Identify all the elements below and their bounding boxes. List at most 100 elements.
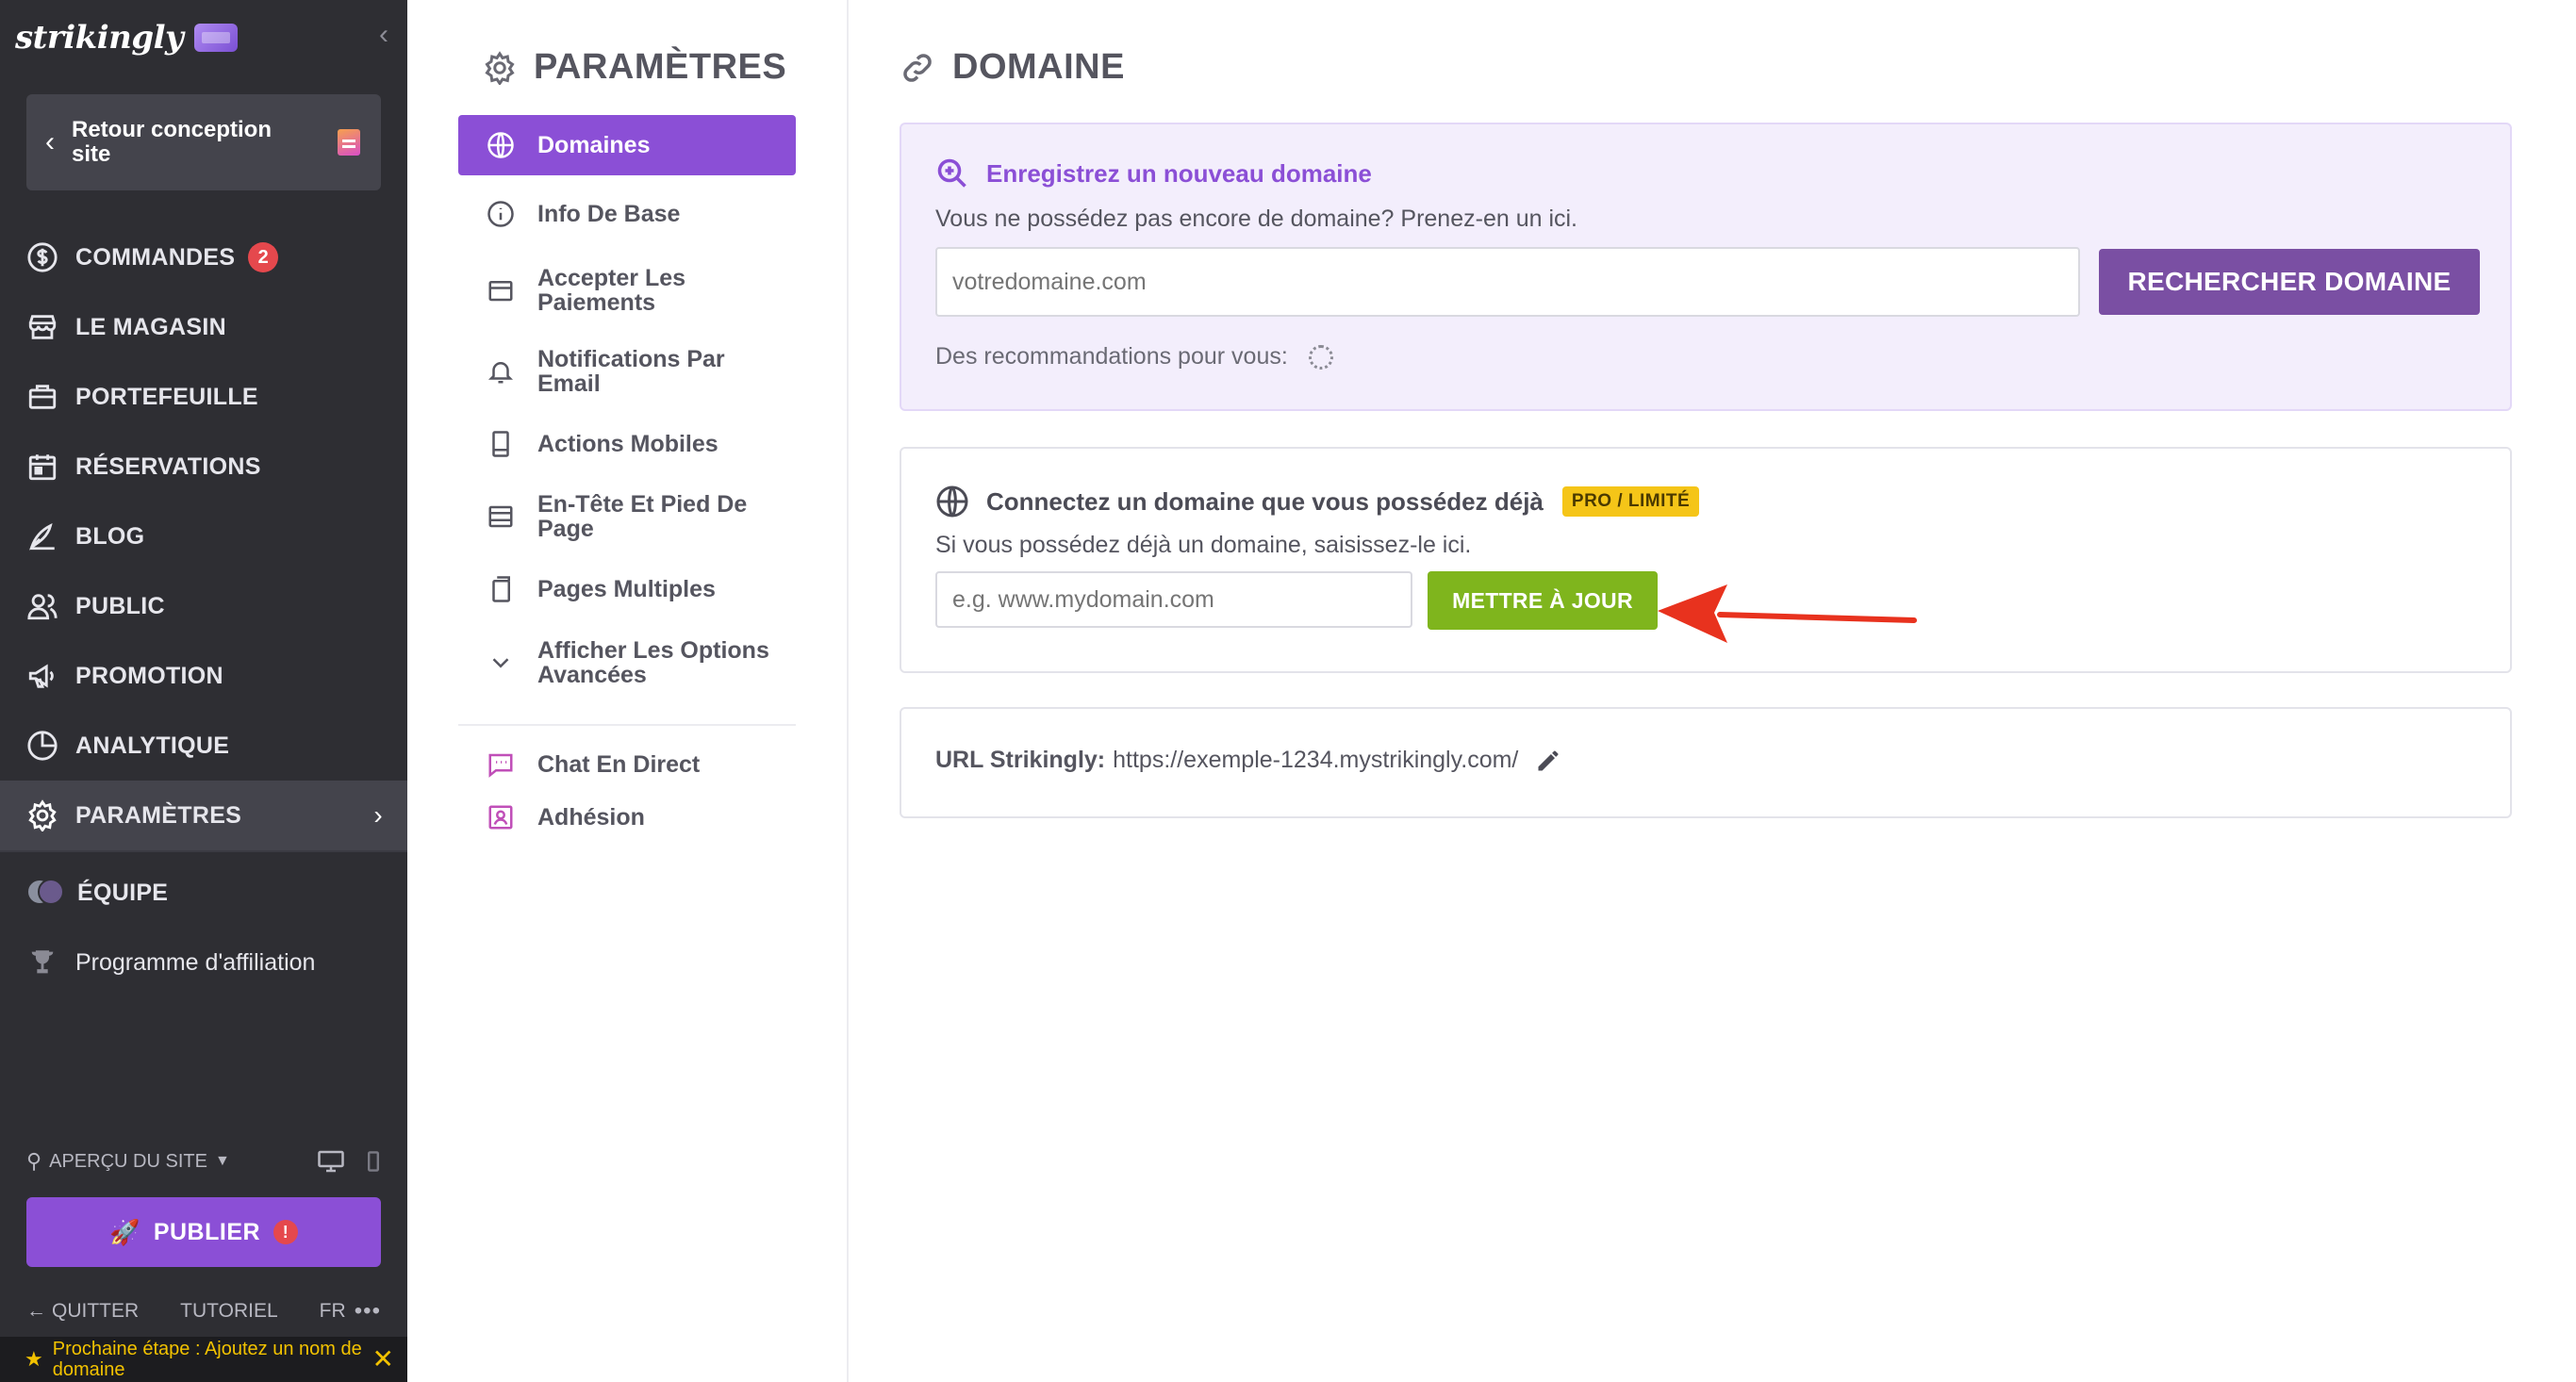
settings-item-info-de-base[interactable]: Info De Base <box>458 175 796 253</box>
pencil-edit-icon[interactable] <box>1535 748 1561 774</box>
caret-down-icon: ▼ <box>214 1153 230 1169</box>
sidebar-item-promotion[interactable]: PROMOTION <box>0 641 407 711</box>
settings-item-pages-multiples[interactable]: Pages Multiples <box>458 560 796 618</box>
settings-item-chat[interactable]: Chat En Direct <box>458 743 796 786</box>
page-editor-icon <box>338 129 360 156</box>
pie-chart-icon <box>27 731 58 761</box>
wallet-icon <box>488 281 513 302</box>
settings-item-entete-pied[interactable]: En-Tête Et Pied De Page <box>458 473 796 560</box>
language-selector[interactable]: FR <box>320 1300 346 1323</box>
settings-item-label: Accepter Les Paiements <box>537 265 686 316</box>
settings-item-label: Notifications Par Email <box>537 346 725 397</box>
store-icon <box>28 315 57 339</box>
settings-item-label: Domaines <box>537 132 651 158</box>
bell-icon <box>487 362 514 384</box>
sidebar-item-affiliation[interactable]: Programme d'affiliation <box>0 928 407 997</box>
sidebar-item-reservations[interactable]: RÉSERVATIONS <box>0 432 407 502</box>
sidebar-divider <box>0 850 407 852</box>
quit-link[interactable]: QUITTER <box>52 1300 139 1323</box>
chevron-right-icon: › <box>373 800 383 830</box>
new-domain-input[interactable] <box>935 247 2080 317</box>
sidebar-item-label: LE MAGASIN <box>75 313 226 340</box>
settings-item-label: Adhésion <box>537 804 645 831</box>
rocket-icon: 🚀 <box>108 1217 140 1246</box>
dollar-circle-icon <box>27 242 58 272</box>
settings-item-adhesion[interactable]: Adhésion <box>458 786 796 848</box>
orders-count-badge: 2 <box>248 242 279 272</box>
sidebar-item-label: PROMOTION <box>75 662 223 689</box>
desktop-icon[interactable] <box>317 1149 345 1174</box>
connect-heading: Connectez un domaine que vous possédez d… <box>935 485 1700 518</box>
settings-title: PARAMÈTRES <box>483 47 786 88</box>
next-step-banner[interactable]: ★ Prochaine étape : Ajoutez un nom de do… <box>0 1337 407 1382</box>
sidebar-item-label: PORTEFEUILLE <box>75 383 258 410</box>
sidebar-item-parametres[interactable]: PARAMÈTRES › <box>0 781 407 850</box>
globe-icon <box>936 485 968 518</box>
arrow-left-icon: ← <box>26 1300 46 1322</box>
pro-limited-badge: PRO / LIMITÉ <box>1561 486 1700 517</box>
collapse-sidebar-icon[interactable]: ‹ <box>379 21 388 49</box>
settings-divider <box>458 724 796 726</box>
publish-label: PUBLIER <box>153 1218 261 1245</box>
star-icon: ★ <box>25 1347 43 1371</box>
sidebar-item-label: PUBLIC <box>75 592 165 619</box>
settings-item-paiements[interactable]: Accepter Les Paiements <box>458 253 796 328</box>
team-avatars-icon <box>26 877 64 909</box>
logo[interactable]: strikingly <box>15 17 239 58</box>
logo-text: strikingly <box>15 19 184 57</box>
sidebar-footer: ← QUITTER TUTORIEL FR ••• <box>26 1297 381 1325</box>
briefcase-icon <box>28 385 57 409</box>
sidebar-item-public[interactable]: PUBLIC <box>0 571 407 641</box>
member-icon <box>488 805 513 830</box>
existing-domain-input[interactable] <box>935 571 1412 628</box>
logo-badge-icon <box>194 24 239 52</box>
strikingly-url-row: URL Strikingly: https://exemple-1234.mys… <box>935 747 1561 774</box>
connect-subtext: Si vous possédez déjà un domaine, saisis… <box>935 532 1472 558</box>
pen-icon <box>29 523 55 551</box>
tutorial-link[interactable]: TUTORIEL <box>180 1300 277 1323</box>
back-to-design-label: Retour conception site <box>72 117 272 167</box>
sidebar-item-commandes[interactable]: COMMANDES 2 <box>0 222 407 292</box>
settings-item-label: Pages Multiples <box>537 576 716 602</box>
back-to-design-button[interactable]: ‹ Retour conception site <box>26 94 381 190</box>
magnifier-icon: ⚲ <box>26 1149 42 1173</box>
settings-subnav: PARAMÈTRES Domaines Info De Base Accepte… <box>407 0 849 1382</box>
connect-heading-text: Connectez un domaine que vous possédez d… <box>986 486 1544 516</box>
page-title-text: DOMAINE <box>952 47 1125 87</box>
sidebar-item-label: BLOG <box>75 522 145 550</box>
chevron-down-icon <box>492 658 509 668</box>
settings-item-notifications[interactable]: Notifications Par Email <box>458 328 796 415</box>
sidebar-item-analytique[interactable]: ANALYTIQUE <box>0 711 407 781</box>
settings-title-text: PARAMÈTRES <box>534 47 787 87</box>
settings-item-domaines[interactable]: Domaines <box>458 115 796 175</box>
update-domain-button[interactable]: METTRE À JOUR <box>1428 571 1658 630</box>
settings-item-options-avancees[interactable]: Afficher Les Options Avancées <box>458 618 796 707</box>
sidebar-item-label: RÉSERVATIONS <box>75 452 261 480</box>
publish-warning-badge: ! <box>273 1220 299 1244</box>
sidebar-item-equipe[interactable]: ÉQUIPE <box>0 858 407 928</box>
settings-item-label: Actions Mobiles <box>537 431 718 457</box>
sidebar-item-label: COMMANDES <box>75 243 236 271</box>
sidebar-item-portefeuille[interactable]: PORTEFEUILLE <box>0 362 407 432</box>
sidebar-item-label: ANALYTIQUE <box>75 732 230 759</box>
sidebar-item-magasin[interactable]: LE MAGASIN <box>0 292 407 362</box>
search-domain-button[interactable]: RECHERCHER DOMAINE <box>2099 249 2480 315</box>
link-icon <box>903 53 932 82</box>
strikingly-url-label: URL Strikingly: <box>935 747 1106 773</box>
annotation-arrow-icon <box>1658 584 1917 643</box>
more-options-icon[interactable]: ••• <box>355 1298 381 1324</box>
mobile-icon[interactable] <box>366 1150 381 1173</box>
sidebar-item-label: PARAMÈTRES <box>75 801 242 829</box>
gear-icon <box>28 799 57 831</box>
megaphone-icon <box>28 664 54 688</box>
close-icon[interactable]: ✕ <box>372 1346 394 1373</box>
settings-item-label: En-Tête Et Pied De Page <box>537 491 748 542</box>
publish-button[interactable]: 🚀 PUBLIER ! <box>26 1197 381 1267</box>
settings-item-actions-mobiles[interactable]: Actions Mobiles <box>458 415 796 473</box>
trophy-icon <box>31 950 54 974</box>
register-heading-text: Enregistrez un nouveau domaine <box>986 158 1372 188</box>
mobile-icon <box>492 431 509 457</box>
sidebar-item-blog[interactable]: BLOG <box>0 502 407 571</box>
site-preview-dropdown[interactable]: APERÇU DU SITE <box>49 1151 207 1173</box>
settings-menu: Domaines Info De Base Accepter Les Paiem… <box>458 115 796 848</box>
